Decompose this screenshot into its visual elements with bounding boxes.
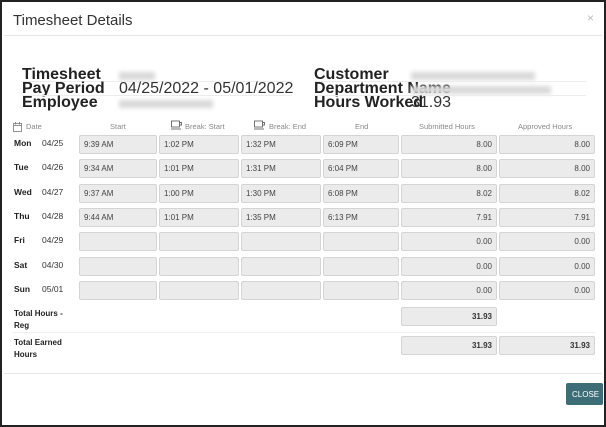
end-time-cell: 6:08 PM xyxy=(323,183,399,203)
submitted-hours-cell: 8.00 xyxy=(401,135,497,154)
col-break-end: Break: End xyxy=(269,122,307,131)
end-time-cell: 6:04 PM xyxy=(323,159,399,179)
total-earned-submitted: 31.93 xyxy=(401,336,497,355)
close-button[interactable]: CLOSE xyxy=(566,383,603,405)
submitted-hours-cell: 0.00 xyxy=(401,232,497,252)
total-earned-label-line1: Total Earned xyxy=(14,338,62,347)
end-time-cell: 6:13 PM xyxy=(323,207,399,227)
date-label: 04/27 xyxy=(42,186,64,197)
break-start-cell xyxy=(159,232,239,252)
hours-worked-label: Hours Worked xyxy=(314,94,424,111)
employee-value-redacted xyxy=(119,96,213,110)
break-end-cell xyxy=(241,280,321,300)
start-time-cell xyxy=(79,280,157,300)
break-start-cell: 1:00 PM xyxy=(159,183,239,203)
total-earned-hours-label: Total Earned Hours xyxy=(14,337,62,361)
day-label: Wed xyxy=(14,186,32,197)
col-end: End xyxy=(355,122,369,131)
approved-hours-cell: 8.00 xyxy=(499,135,595,154)
grid-header: Date Start Break: Start Break: End End S… xyxy=(10,120,600,134)
end-time-cell xyxy=(323,280,399,300)
col-submitted-hours: Submitted Hours xyxy=(419,122,475,131)
submitted-hours-cell: 7.91 xyxy=(401,207,497,227)
total-earned-label-line2: Hours xyxy=(14,350,38,359)
start-time-cell: 9:44 AM xyxy=(79,207,157,227)
break-start-cell xyxy=(159,256,239,276)
date-label: 04/28 xyxy=(42,210,64,221)
pay-period-value: 04/25/2022 - 05/01/2022 xyxy=(119,80,294,97)
col-date: Date xyxy=(26,122,42,131)
employee-label: Employee xyxy=(22,94,98,111)
approved-hours-cell: 8.00 xyxy=(499,159,595,179)
break-end-cell: 1:30 PM xyxy=(241,183,321,203)
start-time-cell: 9:39 AM xyxy=(79,135,157,154)
start-time-cell: 9:37 AM xyxy=(79,183,157,203)
day-label: Fri xyxy=(14,235,25,246)
start-time-cell xyxy=(79,256,157,276)
day-label: Tue xyxy=(14,162,29,173)
break-end-cell xyxy=(241,232,321,252)
approved-hours-cell: 0.00 xyxy=(499,256,595,276)
dialog-title: Timesheet Details xyxy=(13,12,133,29)
break-start-cell: 1:01 PM xyxy=(159,159,239,179)
cup-icon xyxy=(254,120,266,132)
approved-hours-cell: 0.00 xyxy=(499,232,595,252)
date-label: 04/26 xyxy=(42,162,64,173)
date-label: 04/30 xyxy=(42,259,64,270)
cup-icon xyxy=(171,120,183,132)
break-start-cell: 1:02 PM xyxy=(159,135,239,154)
end-time-cell xyxy=(323,256,399,276)
col-start: Start xyxy=(110,122,126,131)
end-time-cell: 6:09 PM xyxy=(323,135,399,154)
start-time-cell xyxy=(79,232,157,252)
end-time-cell xyxy=(323,232,399,252)
approved-hours-cell: 0.00 xyxy=(499,280,595,300)
break-start-cell xyxy=(159,280,239,300)
break-end-cell: 1:32 PM xyxy=(241,135,321,154)
day-label: Sat xyxy=(14,259,28,270)
day-label: Thu xyxy=(14,210,30,221)
submitted-hours-cell: 8.02 xyxy=(401,183,497,203)
hours-worked-value: 31.93 xyxy=(411,94,452,111)
date-label: 04/25 xyxy=(42,138,64,148)
approved-hours-cell: 7.91 xyxy=(499,207,595,227)
submitted-hours-cell: 0.00 xyxy=(401,280,497,300)
dialog-header: Timesheet Details × xyxy=(4,4,602,36)
date-label: 04/29 xyxy=(42,235,64,246)
date-label: 05/01 xyxy=(42,283,64,294)
total-reg-submitted: 31.93 xyxy=(401,307,497,326)
calendar-icon xyxy=(13,122,22,134)
total-hours-reg-label-line1: Total Hours - xyxy=(14,309,63,318)
total-earned-approved: 31.93 xyxy=(499,336,595,355)
timesheet-dialog: Timesheet Details × Timesheet Customer P… xyxy=(0,0,606,427)
submitted-hours-cell: 8.00 xyxy=(401,159,497,179)
start-time-cell: 9:34 AM xyxy=(79,159,157,179)
day-label: Mon xyxy=(14,138,32,148)
break-end-cell: 1:31 PM xyxy=(241,159,321,179)
day-label: Sun xyxy=(14,283,31,294)
total-hours-reg-label: Total Hours - Reg xyxy=(14,308,63,332)
col-break-start: Break: Start xyxy=(185,122,225,131)
break-start-cell: 1:01 PM xyxy=(159,207,239,227)
break-end-cell xyxy=(241,256,321,276)
approved-hours-cell: 8.02 xyxy=(499,183,595,203)
submitted-hours-cell: 0.00 xyxy=(401,256,497,276)
close-icon[interactable]: × xyxy=(587,11,594,25)
total-hours-reg-label-line2: Reg xyxy=(14,321,30,330)
break-end-cell: 1:35 PM xyxy=(241,207,321,227)
col-approved-hours: Approved Hours xyxy=(518,122,573,131)
